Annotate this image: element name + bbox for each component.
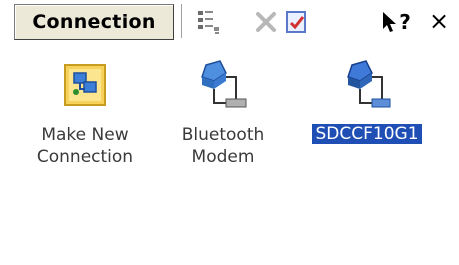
- list-item-sdccf10g1[interactable]: SDCCF10G1: [302, 48, 432, 198]
- list-item-bluetooth-modem[interactable]: Bluetooth Modem: [158, 48, 288, 198]
- item-label-selected: SDCCF10G1: [311, 123, 423, 145]
- make-new-connection-icon: [55, 56, 115, 116]
- network-adapter-icon: [337, 56, 397, 116]
- toolbar-separator: [181, 4, 185, 38]
- item-label: Make New Connection: [36, 125, 134, 167]
- help-icon[interactable]: ?: [376, 6, 416, 38]
- command-bar: Connection ? ×: [0, 0, 459, 42]
- delete-icon[interactable]: [250, 6, 282, 38]
- list-item-make-new-connection[interactable]: Make New Connection: [20, 48, 150, 198]
- item-label: Bluetooth Modem: [181, 125, 265, 167]
- connection-menu-button[interactable]: Connection: [14, 4, 174, 40]
- properties-icon[interactable]: [280, 6, 312, 38]
- bluetooth-modem-icon: [193, 56, 253, 116]
- view-details-icon[interactable]: [192, 6, 224, 38]
- close-icon[interactable]: ×: [424, 6, 454, 36]
- help-question-mark: ?: [399, 10, 411, 34]
